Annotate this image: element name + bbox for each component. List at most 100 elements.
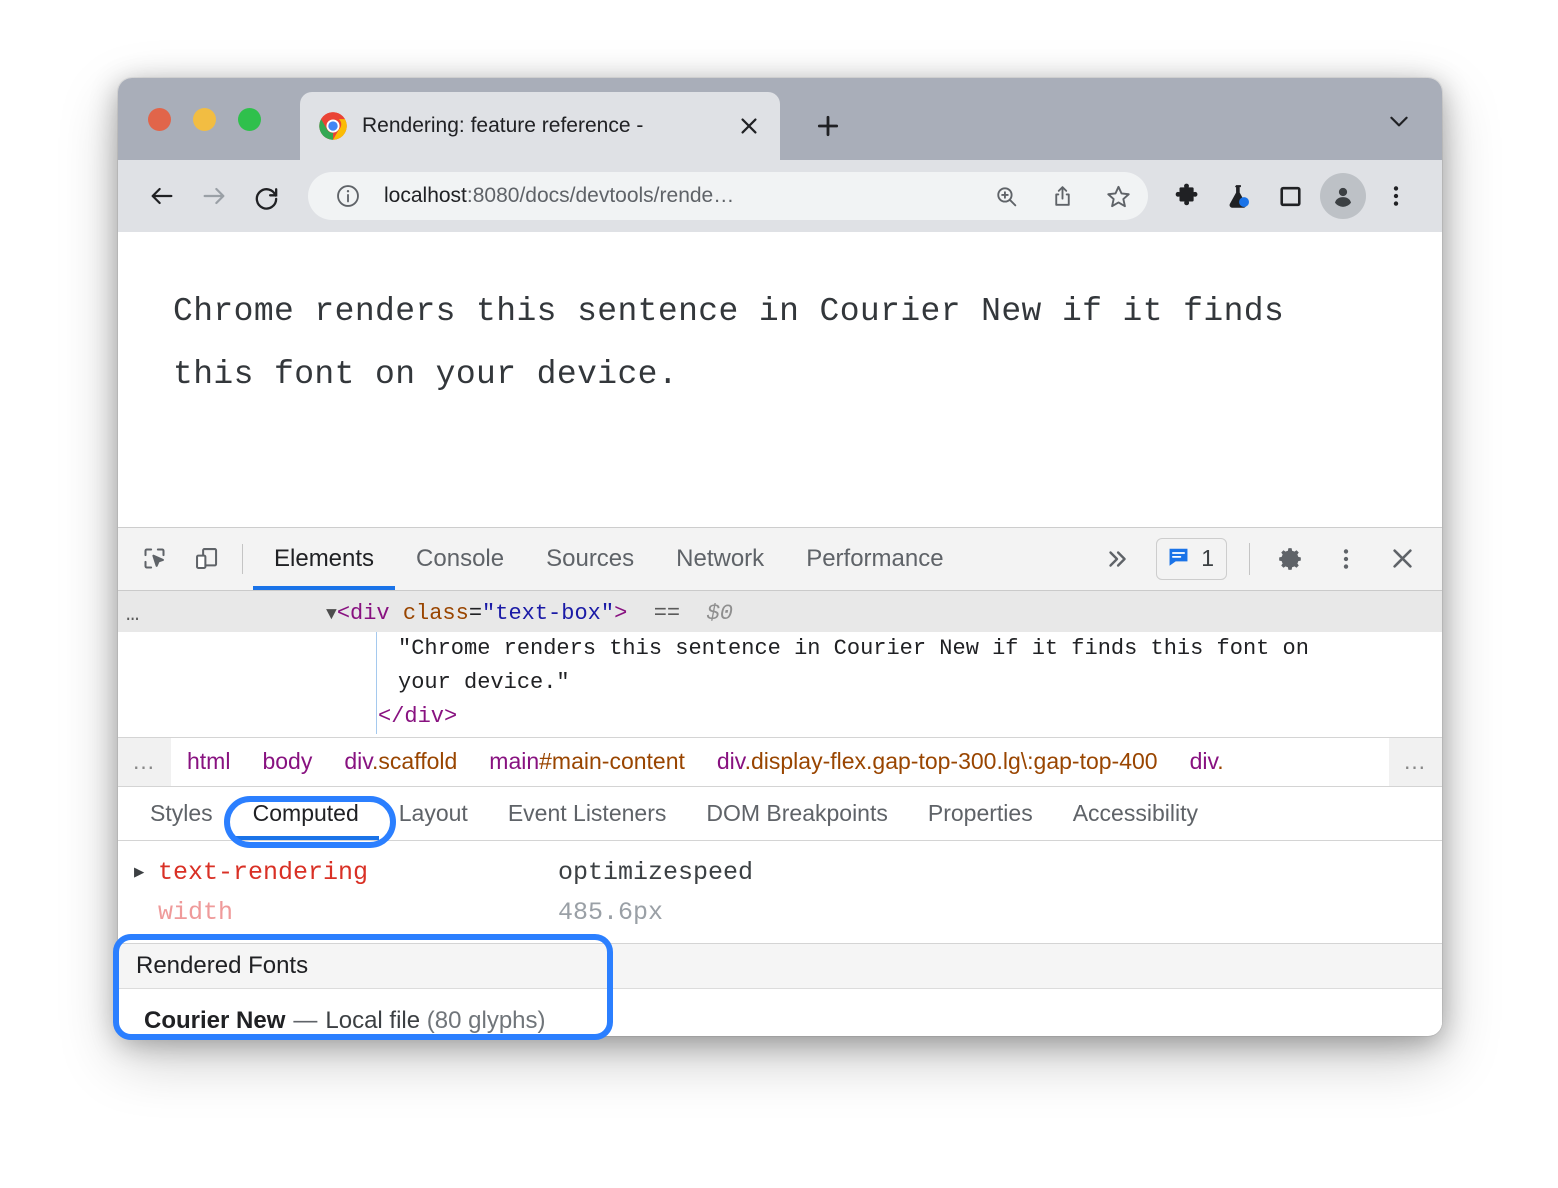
back-arrow-icon[interactable] [138,172,186,220]
breadcrumb-label: body [262,748,312,774]
puzzle-piece-icon[interactable] [1162,172,1210,220]
breadcrumb-item-div-truncated[interactable]: div. [1174,748,1224,775]
breadcrumb-item-main-content[interactable]: main#main-content [473,748,701,775]
rendered-fonts-header[interactable]: Rendered Fonts [118,943,1442,989]
message-count: 1 [1201,545,1214,572]
subtab-event-listeners[interactable]: Event Listeners [488,787,687,840]
dom-text-node-line-2[interactable]: your device." [376,666,1442,700]
star-icon[interactable] [1098,176,1138,216]
tab-network[interactable]: Network [655,528,785,590]
breadcrumb-item-html[interactable]: html [171,748,246,775]
minimize-window-dot[interactable] [193,108,216,131]
breadcrumb: … html body div.scaffold main#main-conte… [118,737,1442,786]
side-panel-icon[interactable] [1266,172,1314,220]
url-host: localhost [384,184,467,207]
devtools-toolbar: Elements Console Sources Network Perform… [118,528,1442,591]
forward-arrow-icon [190,172,238,220]
breadcrumb-class: .scaffold [372,748,457,774]
subtab-computed[interactable]: Computed [233,787,379,840]
property-value: 485.6px [558,898,663,927]
breadcrumb-class: . [1217,748,1223,774]
three-dots-vertical-icon[interactable] [1320,536,1372,582]
subtab-dom-breakpoints[interactable]: DOM Breakpoints [686,787,908,840]
message-count-badge[interactable]: 1 [1156,538,1227,580]
dom-row-selected[interactable]: … ▼<div class="text-box"> == $0 [118,598,1442,632]
share-icon[interactable] [1042,176,1082,216]
rendered-fonts-body: Courier New—Local file (80 glyphs) [118,989,1442,1035]
computed-properties-list: ▶ text-rendering optimizespeed width 485… [118,841,1442,943]
breadcrumb-item-div-scaffold[interactable]: div.scaffold [328,748,473,775]
chrome-logo-icon [318,111,348,141]
close-x-icon[interactable] [1376,536,1428,582]
zoom-in-icon[interactable] [986,176,1026,216]
tab-label: Performance [806,545,943,573]
dom-tree[interactable]: … ▼<div class="text-box"> == $0 "Chrome … [118,591,1442,737]
subtab-label: Accessibility [1073,800,1198,827]
tab-strip: Rendering: feature reference - [118,78,1442,160]
breadcrumb-label: div [717,748,745,774]
flask-icon[interactable] [1214,172,1262,220]
breadcrumb-item-div-display-flex[interactable]: div.display-flex.gap-top-300.lg\:gap-top… [701,748,1174,775]
subtab-accessibility[interactable]: Accessibility [1053,787,1218,840]
close-icon[interactable] [732,109,766,143]
computed-property-row[interactable]: ▶ text-rendering optimizespeed [118,853,1442,893]
close-window-dot[interactable] [148,108,171,131]
dom-text-node-line-1[interactable]: "Chrome renders this sentence in Courier… [376,632,1442,666]
browser-tab[interactable]: Rendering: feature reference - [300,92,780,160]
rendered-font-dash: — [293,1007,317,1034]
dom-close-tag: </div> [376,700,1442,734]
info-circle-icon[interactable] [328,176,368,216]
subtab-layout[interactable]: Layout [379,787,488,840]
dom-flex-badge: == [627,601,680,626]
tab-console[interactable]: Console [395,528,525,590]
subtab-label: Event Listeners [508,800,667,827]
tab-elements[interactable]: Elements [253,528,395,590]
chevron-down-icon[interactable] [1382,108,1416,134]
url-text: localhost:8080/docs/devtools/rende… [384,184,970,208]
url-path: :8080/docs/devtools/rende… [467,184,734,207]
tab-label: Elements [274,545,374,573]
dom-selected-ref: $0 [680,601,733,626]
elements-subtab-list: Styles Computed Layout Event Listeners D… [118,786,1442,841]
breadcrumb-label: html [187,748,230,774]
expand-triangle-icon[interactable]: ▼ [326,605,337,625]
subtab-label: Layout [399,800,468,827]
breadcrumb-item-body[interactable]: body [246,748,328,775]
three-dots-vertical-icon[interactable] [1372,172,1420,220]
inspect-element-icon[interactable] [128,528,180,590]
dom-overflow-ellipsis[interactable]: … [126,598,326,632]
rendered-font-source: Local file [325,1007,420,1034]
tab-label: Console [416,545,504,573]
gear-icon[interactable] [1264,536,1316,582]
subtab-styles[interactable]: Styles [130,787,233,840]
breadcrumb-overflow-right[interactable]: … [1389,738,1442,786]
device-toolbar-icon[interactable] [180,528,232,590]
dom-open-tag: <div [337,601,390,626]
account-avatar-icon[interactable] [1320,173,1366,219]
tab-label: Sources [546,545,634,573]
property-name: text-rendering [158,858,558,887]
breadcrumb-class: #main-content [539,748,685,774]
dom-node-children: "Chrome renders this sentence in Courier… [118,632,1442,734]
property-name: width [158,898,558,927]
subtab-label: Styles [150,800,213,827]
message-bubble-icon [1166,544,1191,574]
reload-icon[interactable] [242,172,290,220]
page-sample-text: Chrome renders this sentence in Courier … [173,280,1378,407]
rendered-font-name: Courier New [144,1007,285,1034]
computed-property-row[interactable]: width 485.6px [118,893,1442,933]
subtab-label: Properties [928,800,1033,827]
subtab-properties[interactable]: Properties [908,787,1053,840]
page-viewport: Chrome renders this sentence in Courier … [118,232,1442,528]
breadcrumb-overflow-left[interactable]: … [118,738,171,786]
expand-triangle-icon[interactable]: ▶ [134,862,158,883]
maximize-window-dot[interactable] [238,108,261,131]
devtools-panel: Elements Console Sources Network Perform… [118,528,1442,1035]
new-tab-button[interactable] [808,106,848,146]
tab-sources[interactable]: Sources [525,528,655,590]
address-bar[interactable]: localhost:8080/docs/devtools/rende… [308,172,1148,220]
dom-node-markup: ▼<div class="text-box"> == $0 [326,597,733,632]
chevron-double-right-icon[interactable] [1090,546,1144,572]
tab-label: Network [676,545,764,573]
tab-performance[interactable]: Performance [785,528,964,590]
